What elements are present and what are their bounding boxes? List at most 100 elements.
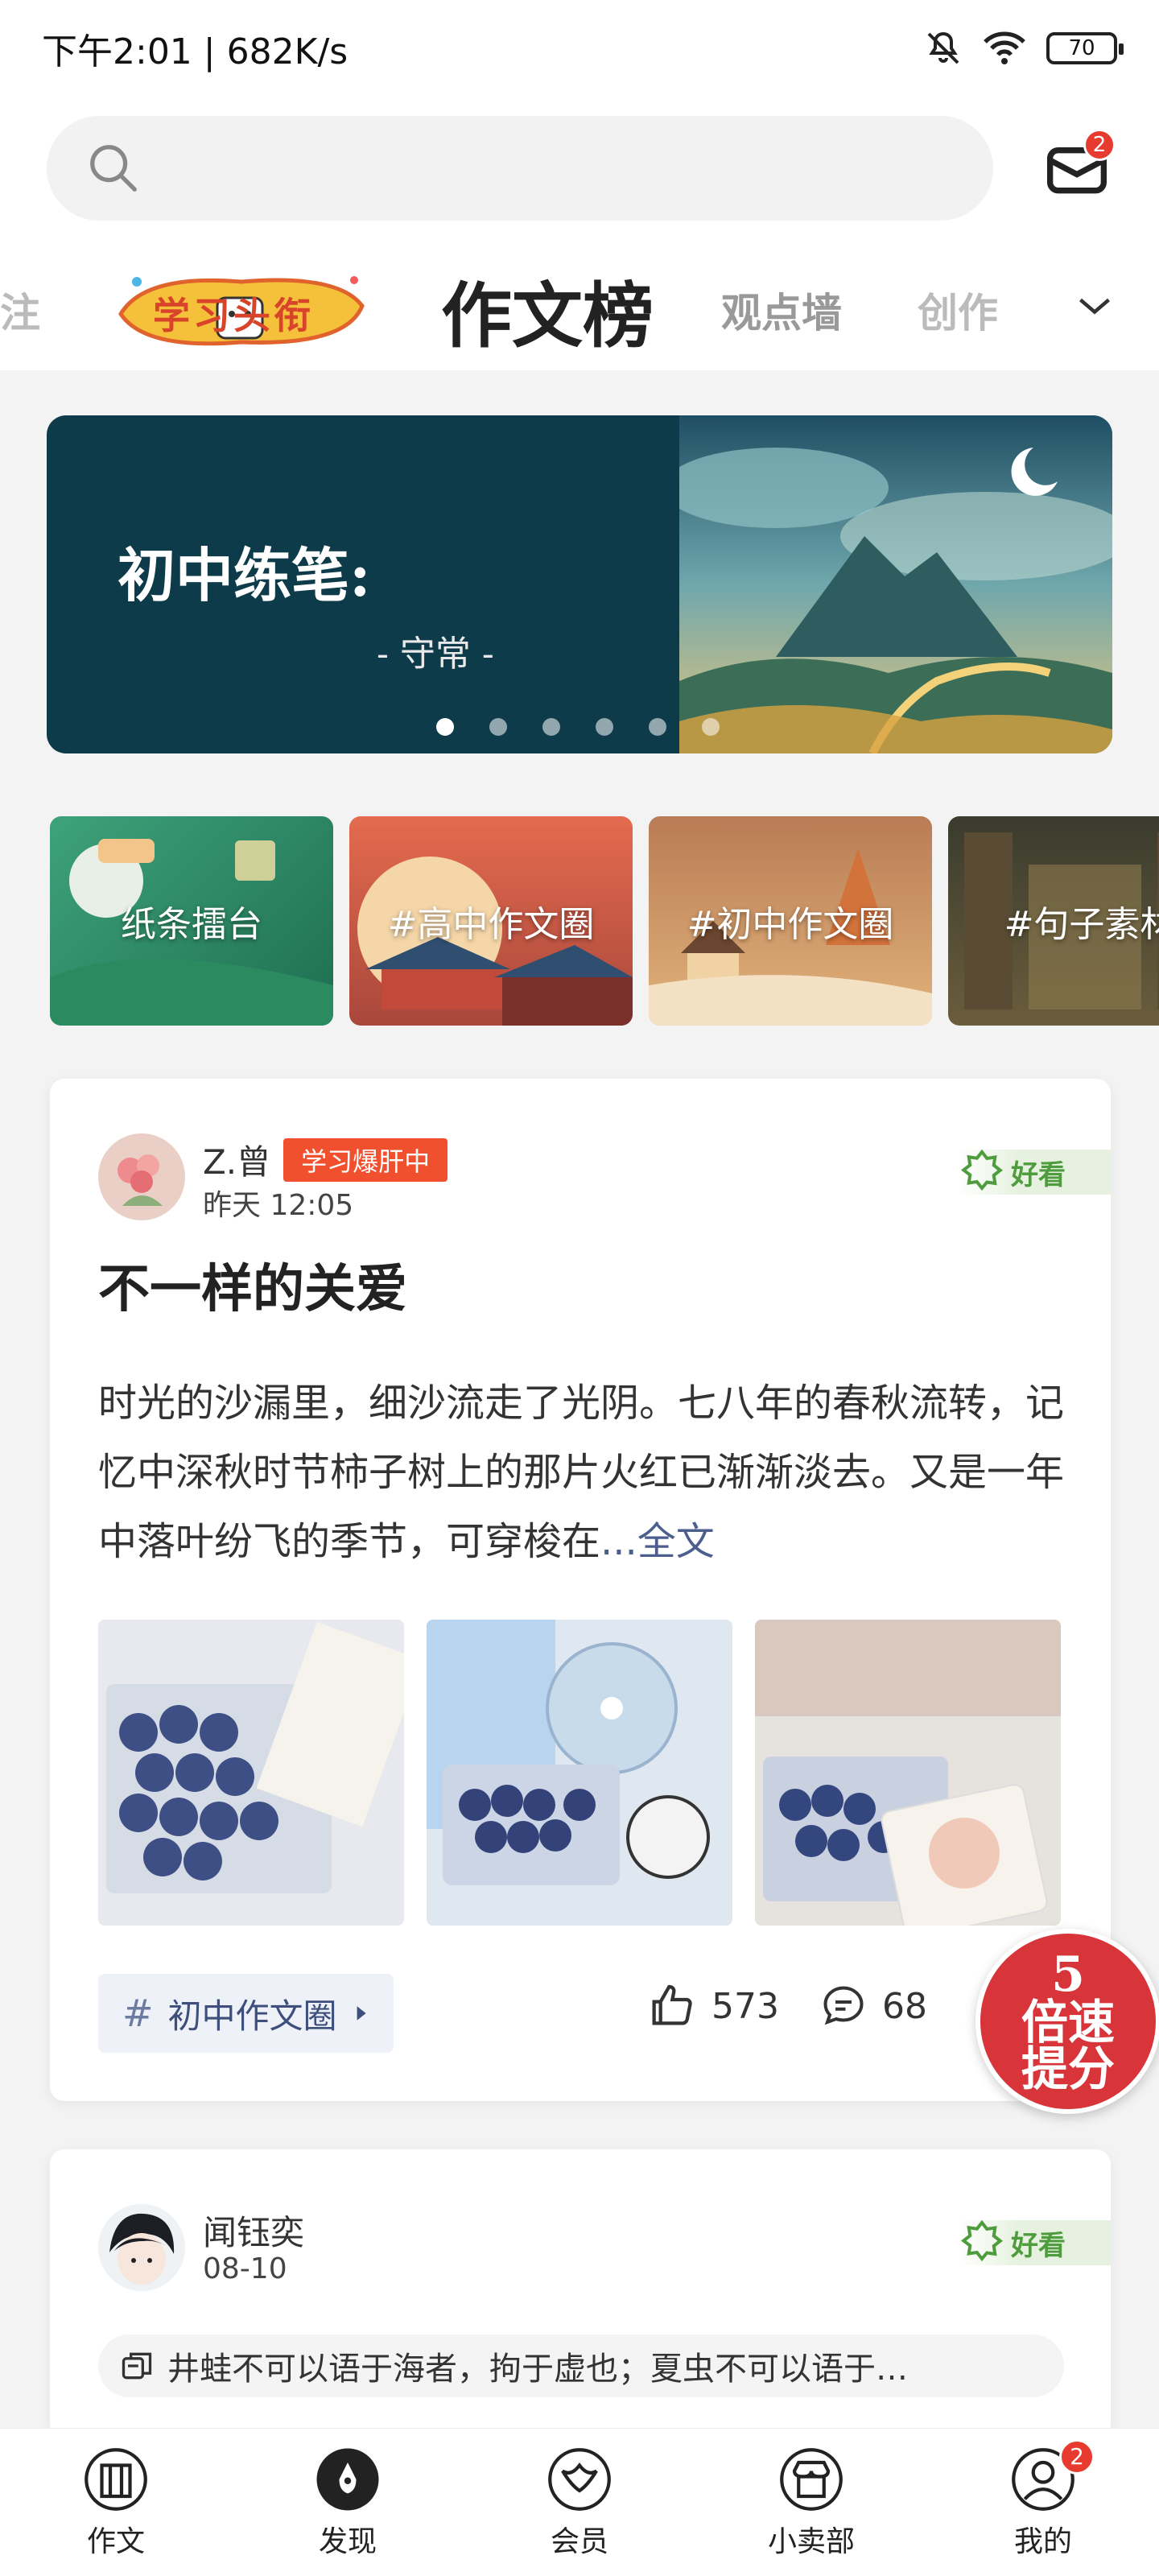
comment-icon: [823, 1986, 864, 2025]
nav-essay[interactable]: 作文: [35, 2446, 196, 2560]
carousel-dot[interactable]: [542, 718, 560, 736]
quote-text: 井蛙不可以语于海者，拘于虚也；夏虫不可以语于…: [167, 2351, 908, 2388]
banner-landscape-image: [679, 415, 1112, 753]
bottom-nav: 作文 发现 会员 小卖部 2 我的: [0, 2428, 1159, 2576]
topic-card-junior-essay[interactable]: #初中作文圈: [649, 816, 932, 1026]
mail-badge: 2: [1083, 129, 1116, 161]
topic-chip[interactable]: # 初中作文圈: [98, 1974, 394, 2053]
author-name[interactable]: 闻钰奕: [203, 2206, 304, 2255]
topic-label: #初中作文圈: [687, 904, 894, 945]
nav-label: 发现: [318, 2524, 377, 2558]
wifi-icon: [984, 31, 1025, 64]
carousel-dot[interactable]: [702, 718, 720, 736]
carousel-dots: [436, 718, 720, 736]
tab-create-partial[interactable]: 创作: [918, 250, 1022, 370]
nav-label: 作文: [86, 2524, 145, 2558]
post-card[interactable]: Z.曾 学习爆肝中 昨天 12:05 好看 不一样的关爱 时光的沙漏里，细沙流走…: [50, 1079, 1111, 2101]
comment-button[interactable]: 68: [819, 1982, 927, 2030]
topic-label: #句子素材: [1004, 904, 1159, 945]
post-card[interactable]: 闻钰奕 08-10 好看 井蛙不可以语于海者，拘于虚也；夏虫不可以语于…: [50, 2149, 1111, 2439]
nav-shop[interactable]: 小卖部: [731, 2446, 892, 2560]
post-time: 昨天 12:05: [203, 1189, 354, 1222]
avatar-flowers-image: [98, 1133, 185, 1220]
comment-count: 68: [881, 1985, 927, 2027]
mute-bell-icon: [927, 31, 959, 64]
read-more-link[interactable]: ...全文: [600, 1519, 715, 1564]
tab-essay-ranking[interactable]: 作文榜: [441, 250, 654, 370]
tab-logo-study-title[interactable]: 学习头衔: [113, 266, 370, 354]
tabs-more-button[interactable]: [1070, 282, 1119, 330]
thumbs-up-icon: [652, 1984, 692, 2025]
blueberry-photo: [98, 1620, 404, 1926]
topic-card-row: 纸条擂台 #高中作文圈 #初中作文圈 #句子素材: [50, 816, 1159, 1026]
post-photo[interactable]: [427, 1620, 732, 1926]
nav-member[interactable]: 会员: [499, 2446, 660, 2560]
battery-icon: 70: [1046, 32, 1124, 64]
status-icons: 70: [924, 29, 1124, 68]
status-bar: 下午2:01 | 682K/s 70: [0, 0, 1159, 97]
nav-discover[interactable]: 发现: [267, 2446, 428, 2560]
author-row: Z.曾 学习爆肝中: [203, 1135, 448, 1184]
carousel-dot[interactable]: [489, 718, 507, 736]
chevron-down-icon: [1079, 298, 1110, 315]
post-photo[interactable]: [98, 1620, 404, 1926]
post-excerpt[interactable]: 时光的沙漏里，细沙流走了光阴。七八年的春秋流转，记忆中深秋时节柿子树上的那片火红…: [98, 1368, 1064, 1576]
boost-score-badge[interactable]: 5 倍速 提分: [975, 1929, 1159, 2114]
author-name[interactable]: Z.曾: [203, 1135, 270, 1184]
caret-right-icon: [357, 2006, 366, 2021]
nav-label: 小卖部: [767, 2524, 855, 2558]
logo-text: 学习头衔: [153, 294, 314, 337]
quote-bar[interactable]: 井蛙不可以语于海者，拘于虚也；夏虫不可以语于…: [98, 2334, 1064, 2397]
carousel-dot[interactable]: [649, 718, 666, 736]
copy-quote-icon: [122, 2352, 152, 2380]
tab-bar: 注 学习头衔 作文榜 观点墙 创作: [0, 250, 1159, 370]
good-tag-label: 好看: [1011, 1158, 1066, 1191]
author-avatar[interactable]: [98, 2204, 185, 2291]
topic-card-senior-essay[interactable]: #高中作文圈: [349, 816, 633, 1026]
boost-line-2: 提分: [1021, 2041, 1115, 2096]
essay-book-icon: [85, 2447, 147, 2511]
boost-number: 5: [1051, 1946, 1085, 2003]
mail-button[interactable]: 2: [1045, 129, 1116, 201]
star-badge-icon: [960, 1149, 1003, 1191]
tab-opinion-wall[interactable]: 观点墙: [721, 250, 842, 370]
nav-label: 会员: [550, 2524, 608, 2558]
topic-card-sentence-material[interactable]: #句子素材: [948, 816, 1159, 1026]
good-tag-label: 好看: [1011, 2229, 1066, 2262]
good-tag: 好看: [958, 1149, 1111, 1195]
star-badge-icon: [960, 2219, 1003, 2262]
tab-follow-partial[interactable]: 注: [0, 250, 40, 370]
post-photo[interactable]: [755, 1620, 1061, 1926]
member-crown-icon: [548, 2447, 611, 2511]
post-excerpt-text: 时光的沙漏里，细沙流走了光阴。七八年的春秋流转，记忆中深秋时节柿子树上的那片火红…: [98, 1381, 1065, 1564]
post-photos: [98, 1620, 1061, 1926]
banner-subtitle: - 守常 -: [377, 634, 494, 675]
carousel-dot[interactable]: [436, 718, 454, 736]
nav-badge: 2: [1059, 2438, 1095, 2475]
like-button[interactable]: 573: [645, 1980, 779, 2032]
topic-card-note-arena[interactable]: 纸条擂台: [50, 816, 333, 1026]
carousel-dot[interactable]: [596, 718, 613, 736]
topic-chip-label: 初中作文圈: [167, 1996, 337, 2036]
post-time: 08-10: [203, 2252, 287, 2285]
author-badge: 学习爆肝中: [283, 1137, 448, 1182]
post-title[interactable]: 不一样的关爱: [98, 1248, 407, 1322]
post-stats: 573 68: [645, 1980, 927, 2032]
search-input[interactable]: [47, 116, 993, 221]
blueberry-photocard-photo: [755, 1620, 1061, 1926]
avatar-anime-boy-image: [98, 2204, 185, 2291]
nav-label: 我的: [1013, 2524, 1072, 2558]
author-avatar[interactable]: [98, 1133, 185, 1220]
header: 2 注 学习头衔 作文榜 观点墙 创作: [0, 97, 1159, 370]
hash-icon: #: [122, 1992, 154, 2035]
like-count: 573: [711, 1985, 779, 2027]
banner-carousel[interactable]: 初中练笔: - 守常 -: [47, 415, 1112, 753]
blueberry-cd-photo: [427, 1620, 732, 1926]
topic-label: 纸条擂台: [121, 904, 262, 945]
nav-mine[interactable]: 2 我的: [963, 2438, 1124, 2560]
status-time-speed: 下午2:01 | 682K/s: [42, 31, 349, 72]
banner-title: 初中练笔:: [118, 541, 371, 609]
topic-label: #高中作文圈: [387, 904, 595, 945]
author-row: 闻钰奕: [203, 2206, 304, 2255]
boost-line-1: 倍速: [1021, 1995, 1115, 2050]
